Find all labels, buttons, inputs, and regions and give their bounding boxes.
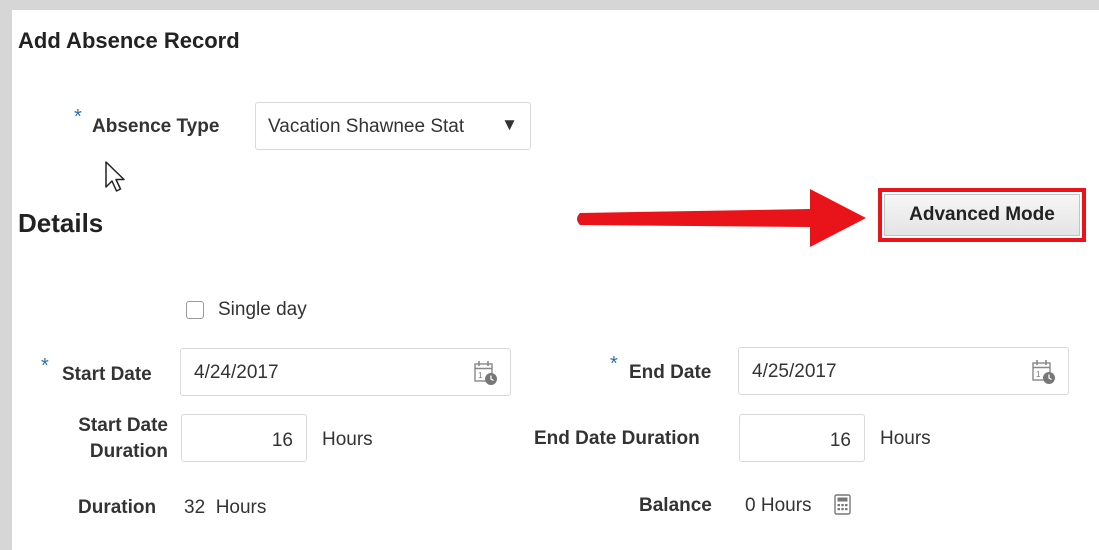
required-marker: *: [610, 353, 618, 375]
end-date-duration-value: 16: [829, 430, 851, 451]
balance-label: Balance: [639, 495, 712, 516]
mouse-cursor-icon: [105, 161, 125, 192]
duration-value: 32 Hours: [184, 497, 267, 518]
calendar-icon[interactable]: 1: [1032, 359, 1056, 385]
red-arrow: [577, 189, 866, 247]
end-date-label: End Date: [629, 362, 712, 383]
svg-text:1: 1: [1036, 370, 1041, 379]
dropdown-caret-icon: ▼: [501, 115, 518, 134]
start-date-duration-label-line1: Start Date: [78, 415, 168, 436]
end-date-duration-label: End Date Duration: [534, 428, 700, 449]
absence-type-value: Vacation Shawnee Stat: [268, 116, 465, 137]
advanced-mode-button[interactable]: Advanced Mode: [884, 194, 1080, 236]
start-date-label: Start Date: [62, 364, 152, 385]
page-title: Add Absence Record: [18, 28, 240, 53]
absence-panel: Add Absence Record * Absence Type Vacati…: [12, 10, 1099, 550]
balance-value: 0 Hours: [745, 495, 812, 516]
svg-text:1: 1: [478, 371, 483, 380]
start-date-duration-label-line2: Duration: [89, 441, 168, 462]
end-date-input[interactable]: 4/25/2017 1: [738, 347, 1069, 395]
single-day-checkbox[interactable]: [186, 301, 204, 319]
details-section-title: Details: [18, 208, 104, 238]
end-date-value: 4/25/2017: [752, 361, 837, 382]
required-marker: *: [41, 355, 49, 377]
absence-type-label: Absence Type: [92, 116, 220, 137]
absence-type-select[interactable]: Vacation Shawnee Stat ▼: [255, 102, 531, 150]
duration-label: Duration: [78, 497, 157, 518]
start-date-duration-input[interactable]: 16: [181, 414, 307, 462]
start-date-duration-value: 16: [271, 430, 293, 451]
start-date-value: 4/24/2017: [194, 362, 279, 383]
calculator-icon[interactable]: [834, 494, 852, 516]
end-date-duration-unit: Hours: [880, 428, 931, 449]
calendar-icon[interactable]: 1: [474, 360, 498, 386]
advanced-mode-highlight: Advanced Mode: [878, 188, 1086, 242]
start-date-input[interactable]: 4/24/2017 1: [180, 348, 511, 396]
required-marker: *: [74, 106, 82, 128]
end-date-duration-input[interactable]: 16: [739, 414, 865, 462]
single-day-label: Single day: [218, 299, 307, 320]
start-date-duration-unit: Hours: [322, 429, 373, 450]
